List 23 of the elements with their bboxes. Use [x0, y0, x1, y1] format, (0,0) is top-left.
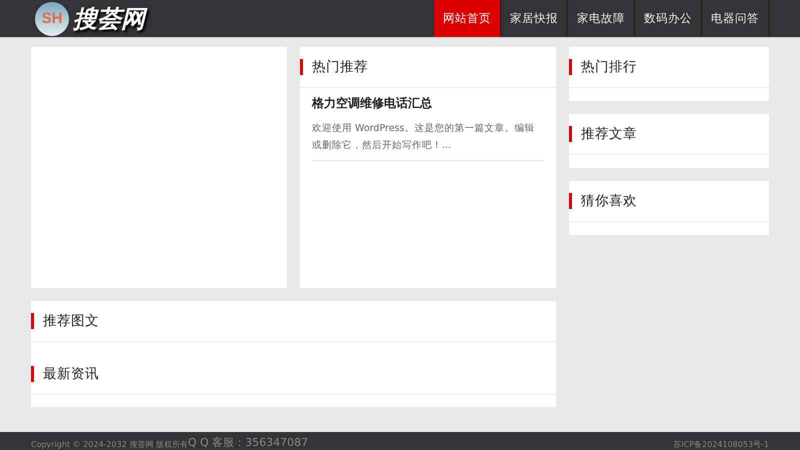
site-logo-text[interactable]: 搜荟网	[73, 2, 145, 34]
qq-contact-text: Q Q 客服：356347087	[188, 435, 308, 450]
icp-link[interactable]: 苏ICP备2024108053号-1	[673, 439, 769, 450]
section-title: 推荐文章	[581, 125, 637, 143]
accent-bar-icon	[569, 126, 572, 142]
nav-tab[interactable]: 数码办公	[635, 0, 702, 37]
nav-tab[interactable]: 家居快报	[501, 0, 568, 37]
section-title: 最新资讯	[43, 365, 99, 383]
accent-bar-icon	[31, 366, 34, 382]
accent-bar-icon	[31, 313, 34, 329]
section-title: 热门推荐	[312, 58, 368, 76]
section-title: 猜你喜欢	[581, 192, 637, 210]
accent-bar-icon	[569, 59, 572, 75]
section-title: 热门排行	[581, 58, 637, 76]
post-title-link[interactable]: 格力空调维修电话汇总	[312, 95, 544, 112]
nav-tab[interactable]: 电器问答	[702, 0, 769, 37]
section-title: 推荐图文	[43, 312, 99, 330]
copyright-text: Copyright © 2024-2032 搜荟网 版权所有	[31, 439, 188, 450]
accent-bar-icon	[300, 59, 303, 75]
nav-tab[interactable]: 网站首页	[434, 0, 501, 37]
post-excerpt: 欢迎使用 WordPress。这是您的第一篇文章。编辑或删除它，然后开始写作吧！...	[312, 122, 536, 153]
nav-tab[interactable]: 家电故障	[568, 0, 635, 37]
accent-bar-icon	[569, 193, 572, 209]
